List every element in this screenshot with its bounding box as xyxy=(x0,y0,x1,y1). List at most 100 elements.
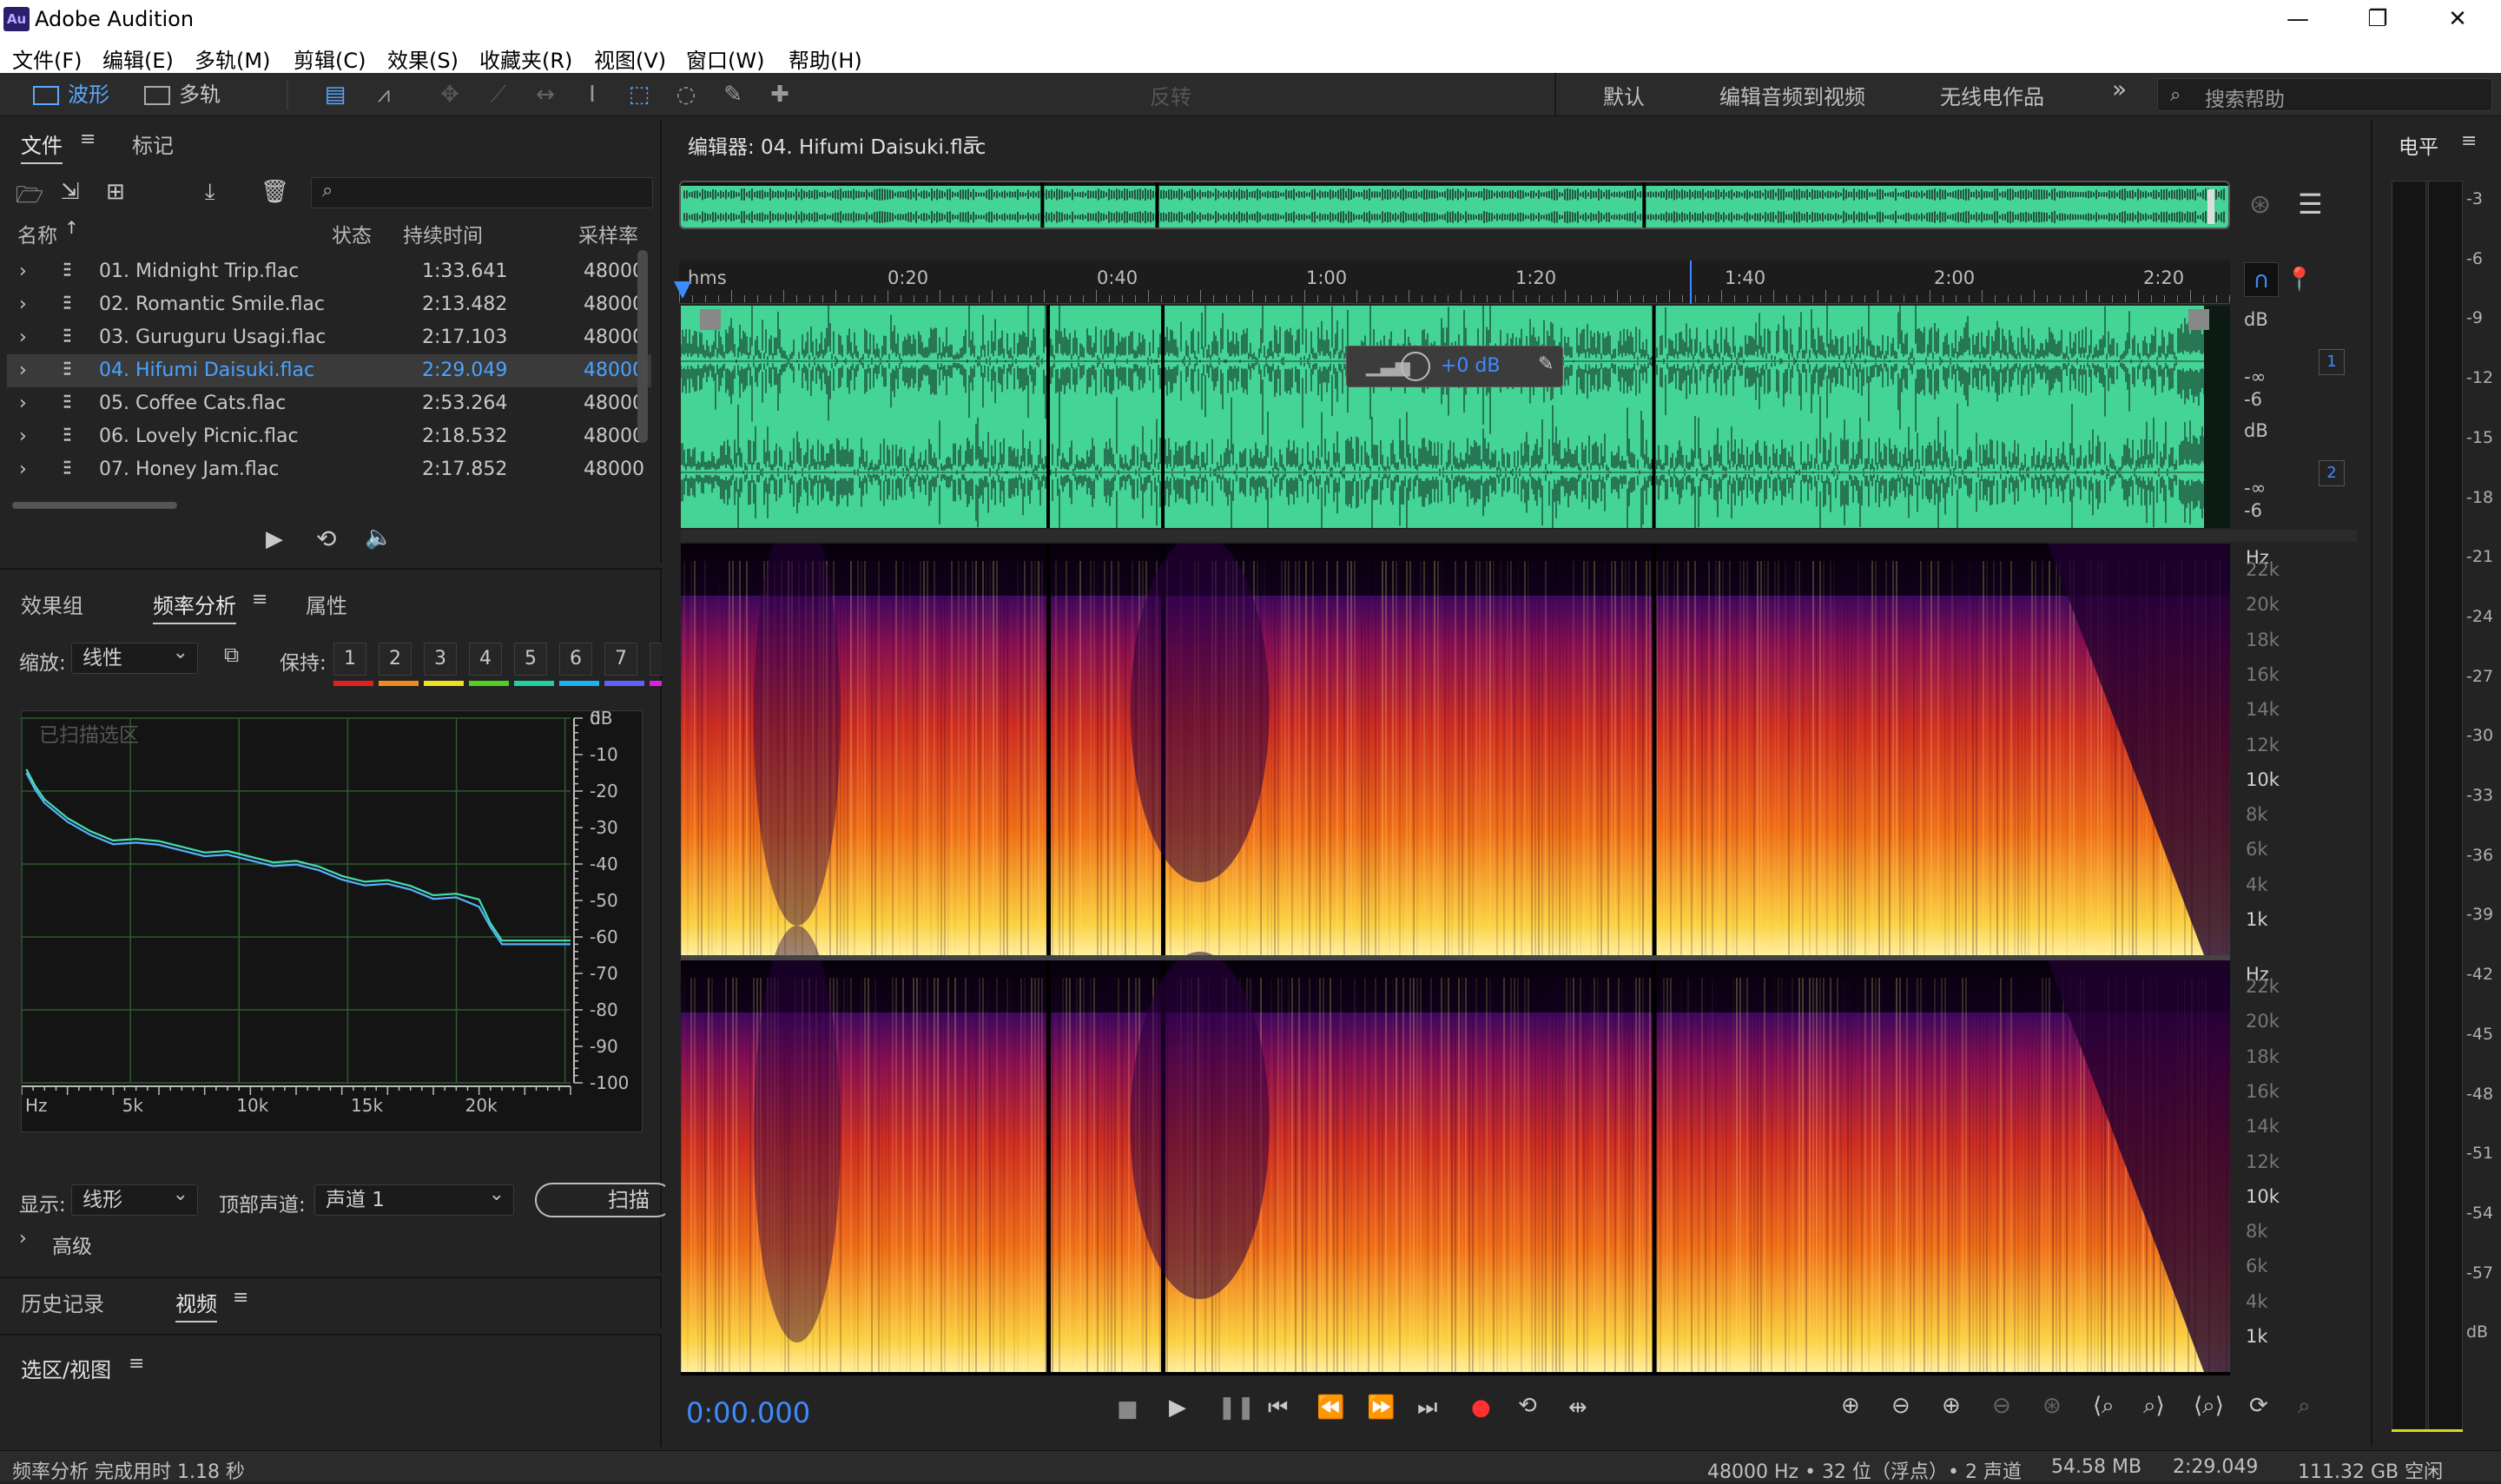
lasso-tool-icon[interactable]: ◌ xyxy=(670,80,702,109)
menu-file[interactable]: 文件(F) xyxy=(12,43,82,74)
col-duration[interactable]: 持续时间 xyxy=(403,219,483,248)
panel-menu-icon[interactable]: ≡ xyxy=(233,1287,248,1309)
marker-pin-icon[interactable]: 📍 xyxy=(2282,262,2317,297)
files-horizontal-scrollbar[interactable] xyxy=(12,502,177,509)
reverse-button[interactable]: 反转 xyxy=(1150,80,1191,110)
auto-play-icon[interactable]: 🔈 xyxy=(365,524,393,551)
tab-files[interactable]: 文件 xyxy=(21,129,63,159)
files-filter-input[interactable]: ⌕ xyxy=(311,177,653,208)
waveform-display[interactable] xyxy=(681,306,2230,528)
spot-healing-tool-icon[interactable]: ✚ xyxy=(764,80,795,109)
import-icon[interactable]: ⇲ xyxy=(61,179,80,205)
expand-icon[interactable]: › xyxy=(19,326,27,348)
restore-button[interactable]: ❐ xyxy=(2338,0,2418,40)
workspace-default[interactable]: 默认 xyxy=(1603,80,1645,110)
playhead-marker[interactable] xyxy=(674,281,691,299)
hold-button-8[interactable] xyxy=(650,643,662,676)
menu-multitrack[interactable]: 多轨(M) xyxy=(195,43,270,74)
menu-help[interactable]: 帮助(H) xyxy=(789,43,862,74)
hold-button-2[interactable]: 2 xyxy=(379,643,412,676)
hold-button-5[interactable]: 5 xyxy=(514,643,547,676)
ruler-tick xyxy=(1864,295,1865,302)
expand-icon[interactable]: › xyxy=(19,294,27,315)
spectral-display-icon[interactable]: ▤ xyxy=(320,80,351,109)
new-file-icon[interactable]: ⊞ xyxy=(106,179,125,205)
workspace-edit-audio-to-video[interactable]: 编辑音频到视频 xyxy=(1719,80,1865,110)
file-row[interactable]: ›⫶⫶⫶05. Coffee Cats.flac2:53.26448000 xyxy=(7,387,651,420)
more-workspaces-button[interactable]: » xyxy=(2112,75,2127,103)
expand-icon[interactable]: › xyxy=(19,458,27,480)
time-ruler[interactable]: hms0:200:401:001:201:402:002:20 xyxy=(679,261,2230,304)
file-row[interactable]: ›⫶⫶⫶01. Midnight Trip.flac1:33.64148000 xyxy=(7,255,651,288)
hold-button-4[interactable]: 4 xyxy=(469,643,502,676)
insert-icon[interactable]: ⤓ xyxy=(205,179,215,206)
channel-list-icon[interactable]: ☰ xyxy=(2298,188,2323,221)
hold-button-1[interactable]: 1 xyxy=(333,643,366,676)
advanced-label[interactable]: 高级 xyxy=(52,1230,92,1259)
hold-button-7[interactable]: 7 xyxy=(604,643,637,676)
menu-window[interactable]: 窗口(W) xyxy=(686,43,764,74)
hold-button-3[interactable]: 3 xyxy=(424,643,457,676)
brush-tool-icon[interactable]: ✎ xyxy=(717,80,749,109)
top-channel-dropdown[interactable]: 声道 1 xyxy=(314,1184,514,1216)
file-row[interactable]: ›⫶⫶⫶07. Honey Jam.flac2:17.85248000 xyxy=(7,453,651,486)
tab-properties[interactable]: 属性 xyxy=(306,589,347,619)
close-button[interactable]: ✕ xyxy=(2418,0,2498,40)
open-file-icon[interactable]: 🗁 xyxy=(16,179,43,217)
menu-clip[interactable]: 剪辑(C) xyxy=(294,43,366,74)
col-status[interactable]: 状态 xyxy=(332,219,372,248)
expand-icon[interactable]: › xyxy=(19,261,27,282)
zoom-dropdown[interactable]: 线性 xyxy=(71,643,198,674)
ruler-tick xyxy=(1604,295,1605,302)
delete-icon[interactable]: 🗑 xyxy=(261,179,289,205)
menu-favorites[interactable]: 收藏夹(R) xyxy=(479,43,572,74)
help-search-input[interactable]: ⌕ 搜索帮助 xyxy=(2157,78,2492,111)
file-row[interactable]: ›⫶⫶⫶02. Romantic Smile.flac2:13.48248000 xyxy=(7,288,651,321)
menu-view[interactable]: 视图(V) xyxy=(594,43,666,74)
menu-edit[interactable]: 编辑(E) xyxy=(102,43,174,74)
waveform-view-button[interactable]: 波形 xyxy=(33,78,109,111)
loop-icon[interactable]: ⟲ xyxy=(316,524,336,553)
expand-icon[interactable]: › xyxy=(19,392,27,414)
scan-button[interactable]: 扫描 xyxy=(535,1183,674,1217)
tab-history[interactable]: 历史记录 xyxy=(21,1287,104,1317)
slip-tool-icon[interactable]: ↔ xyxy=(530,80,561,109)
file-row[interactable]: ›⫶⫶⫶03. Guruguru Usagi.flac2:17.10348000 xyxy=(7,321,651,354)
tab-frequency-analysis[interactable]: 频率分析 xyxy=(153,589,236,619)
expand-icon[interactable]: › xyxy=(19,425,27,447)
panel-menu-icon[interactable]: ≡ xyxy=(964,130,980,152)
panel-menu-icon[interactable]: ≡ xyxy=(129,1353,144,1375)
time-selection-tool-icon[interactable]: I xyxy=(577,80,608,109)
overview-waveform[interactable] xyxy=(679,181,2230,229)
tab-effects-rack[interactable]: 效果组 xyxy=(21,589,83,619)
spectral-pitch-icon[interactable]: ⩘ xyxy=(368,80,399,109)
workspace-radio-production[interactable]: 无线电作品 xyxy=(1940,80,2044,110)
file-row[interactable]: ›⫶⫶⫶06. Lovely Picnic.flac2:18.53248000 xyxy=(7,420,651,453)
zoom-navigator-icon[interactable]: ⊛ xyxy=(2249,189,2271,220)
multitrack-view-button[interactable]: 多轨 xyxy=(144,78,221,111)
advanced-expand-icon[interactable]: › xyxy=(19,1228,27,1250)
snap-icon[interactable]: ∩ xyxy=(2244,262,2279,297)
marquee-tool-icon[interactable]: ⬚ xyxy=(624,80,655,109)
tab-video[interactable]: 视频 xyxy=(175,1287,217,1317)
display-dropdown[interactable]: 线形 xyxy=(71,1184,198,1216)
hold-button-6[interactable]: 6 xyxy=(559,643,592,676)
selection-view-title: 选区/视图 xyxy=(21,1353,111,1383)
expand-icon[interactable]: › xyxy=(19,359,27,381)
move-tool-icon[interactable]: ✥ xyxy=(434,80,465,109)
col-samplerate[interactable]: 采样率 xyxy=(578,219,638,248)
ruler-tick xyxy=(992,290,993,302)
play-icon[interactable]: ▶ xyxy=(266,526,283,552)
file-row-selected[interactable]: ›⫶⫶⫶04. Hifumi Daisuki.flac2:29.04948000 xyxy=(7,354,651,387)
files-vertical-scrollbar[interactable] xyxy=(637,250,648,443)
panel-menu-icon[interactable]: ≡ xyxy=(80,129,96,150)
snapshot-icon[interactable]: ⧉ xyxy=(224,643,239,667)
tab-markers[interactable]: 标记 xyxy=(132,129,174,159)
ruler-tick xyxy=(1773,290,1774,302)
col-name[interactable]: 名称 xyxy=(17,219,57,248)
panel-menu-icon[interactable]: ≡ xyxy=(252,589,267,610)
menu-effects[interactable]: 效果(S) xyxy=(387,43,459,74)
minimize-button[interactable]: — xyxy=(2258,0,2338,40)
ruler-tick xyxy=(1109,295,1110,302)
razor-tool-icon[interactable]: ⟋ xyxy=(483,80,514,109)
